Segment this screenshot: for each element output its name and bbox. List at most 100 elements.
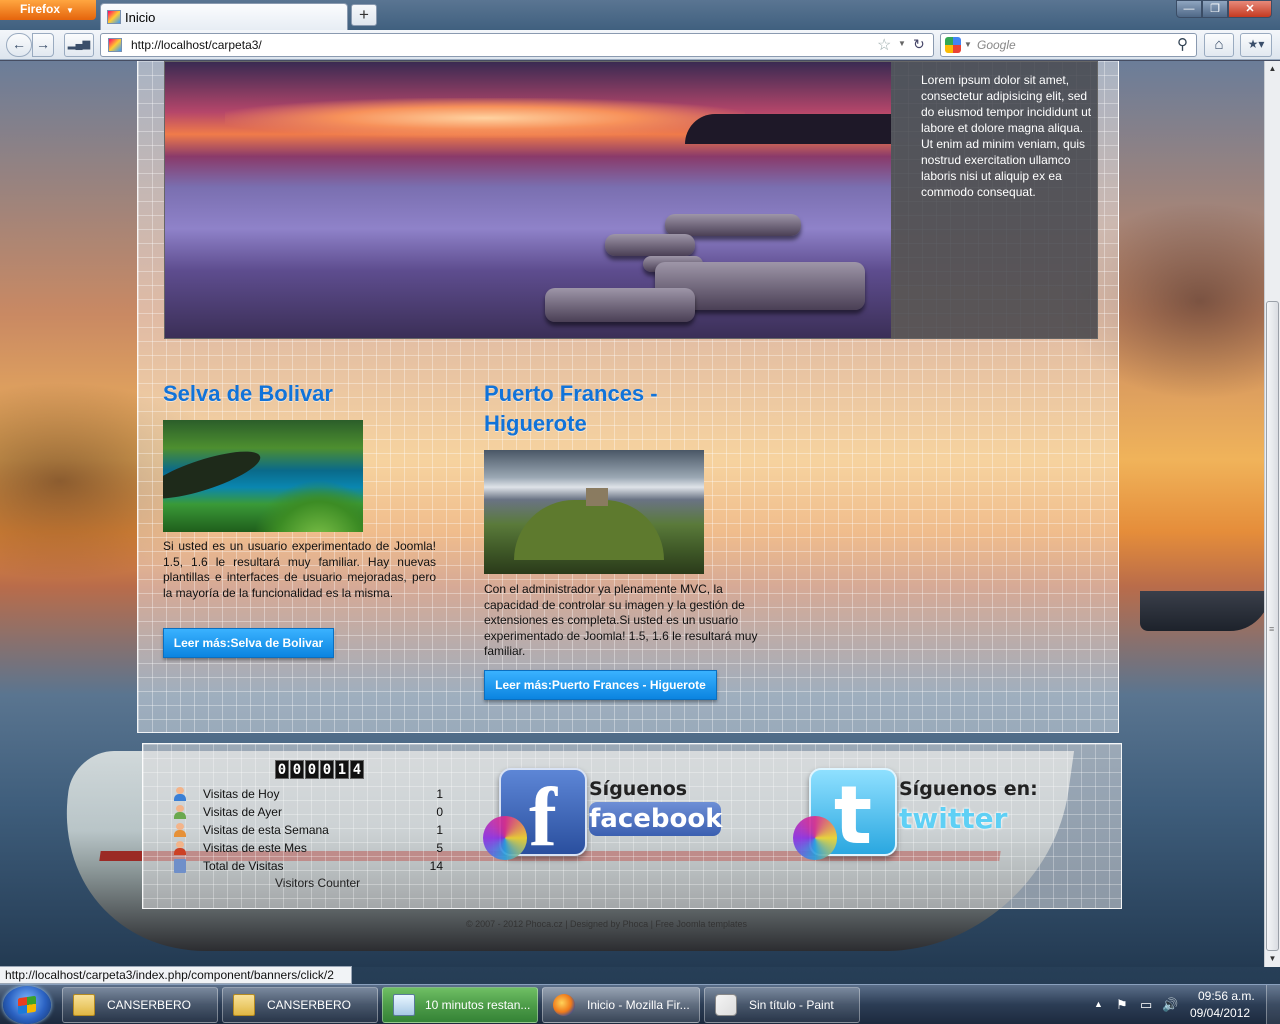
- read-more-button[interactable]: Leer más:Selva de Bolivar: [163, 628, 334, 658]
- folder-icon: [73, 994, 95, 1016]
- maximize-button[interactable]: ❐: [1202, 0, 1228, 18]
- slideshow-image[interactable]: [165, 62, 891, 338]
- twitter-prefix: Síguenos en:: [899, 778, 1038, 800]
- close-button[interactable]: ✕: [1228, 0, 1272, 18]
- action-center-flag-icon[interactable]: ⚑: [1116, 997, 1128, 1013]
- taskbar-item-label: CANSERBERO: [107, 998, 192, 1012]
- firefox-menu-button[interactable]: Firefox ▼: [0, 0, 96, 20]
- counter-digit: 4: [350, 760, 364, 779]
- show-hidden-icons-icon[interactable]: ▲: [1094, 999, 1103, 1009]
- taskbar-item-label: Inicio - Mozilla Fir...: [587, 998, 690, 1012]
- address-input[interactable]: http://localhost/carpeta3/: [131, 38, 262, 52]
- rock-shape: [545, 288, 695, 322]
- volume-icon[interactable]: 🔊: [1162, 997, 1178, 1013]
- taskbar-item-progress[interactable]: 10 minutos restan...: [382, 987, 538, 1023]
- scroll-up-icon[interactable]: ▲: [1265, 61, 1280, 77]
- tab-inicio[interactable]: Inicio: [100, 3, 348, 30]
- minimize-button[interactable]: —: [1176, 0, 1202, 18]
- back-button[interactable]: ←: [6, 33, 32, 57]
- show-desktop-button[interactable]: [1266, 985, 1280, 1024]
- read-more-button[interactable]: Leer más:Puerto Frances - Higuerote: [484, 670, 717, 700]
- visitor-stat-row: Visitas de Hoy 1: [173, 785, 443, 803]
- start-button[interactable]: [3, 986, 51, 1024]
- slideshow-caption: Lorem ipsum dolor sit amet, consectetur …: [891, 62, 1097, 338]
- visitor-stat-label: Visitas de Hoy: [203, 787, 280, 801]
- counter-digit: 0: [290, 760, 304, 779]
- bookmarks-button[interactable]: ★▾: [1240, 33, 1272, 57]
- navigation-toolbar: ← → ▂▄▆ http://localhost/carpeta3/ ☆ ▼ ↻…: [0, 30, 1280, 60]
- taskbar-item-label: Sin título - Paint: [749, 998, 834, 1012]
- ruin-shape: [586, 488, 608, 506]
- counter-digit: 0: [305, 760, 319, 779]
- rock-shape: [605, 234, 695, 256]
- visitor-counter-digits: 0 0 0 0 1 4: [275, 760, 364, 779]
- search-input[interactable]: Google: [977, 38, 1016, 52]
- user-icon-body: [174, 859, 186, 873]
- search-bar[interactable]: ▼ Google ⚲: [940, 33, 1197, 57]
- user-icon: [173, 787, 187, 801]
- visitor-stat-row: Visitas de esta Semana 1: [173, 821, 443, 839]
- visitor-stat-label: Visitas de Ayer: [203, 805, 282, 819]
- visitor-stat-label: Total de Visitas: [203, 859, 284, 873]
- home-button[interactable]: ⌂: [1204, 33, 1234, 57]
- visitor-stat-value: 0: [436, 805, 443, 819]
- search-engine-icon[interactable]: [945, 37, 961, 53]
- visitor-stat-label: Visitas de esta Semana: [203, 823, 329, 837]
- twitter-banner[interactable]: t Síguenos en: twitter: [793, 766, 1043, 862]
- article-selva-de-bolivar: Selva de Bolivar Si usted es un usuario …: [163, 379, 436, 600]
- page-viewport: Lorem ipsum dolor sit amet, consectetur …: [0, 61, 1264, 967]
- facebook-wordmark: facebook: [589, 802, 723, 836]
- footer-modules: 0 0 0 0 1 4 Visitas de Hoy 1 Visitas de …: [142, 743, 1122, 909]
- search-icon[interactable]: ⚲: [1177, 35, 1188, 53]
- taskbar-item-firefox[interactable]: Inicio - Mozilla Fir...: [542, 987, 700, 1023]
- rock-shape: [665, 214, 801, 236]
- counter-digit: 0: [320, 760, 334, 779]
- chart-icon: [173, 859, 187, 873]
- site-logo-badge: [483, 816, 527, 860]
- user-icon: [173, 805, 187, 819]
- visitors-counter-label: Visitors Counter: [275, 876, 361, 890]
- history-icon[interactable]: ▂▄▆: [64, 33, 94, 57]
- windows-logo-icon: [18, 995, 36, 1015]
- user-icon-body: [174, 830, 186, 837]
- taskbar-item-paint[interactable]: Sin título - Paint: [704, 987, 860, 1023]
- scroll-down-icon[interactable]: ▼: [1265, 951, 1280, 967]
- network-icon[interactable]: ▭: [1140, 997, 1152, 1013]
- folder-icon: [233, 994, 255, 1016]
- twitter-wordmark: twitter: [899, 802, 1008, 835]
- forward-button[interactable]: →: [32, 33, 54, 57]
- system-tray: ▲ ⚑ ▭ 🔊 09:56 a.m. 09/04/2012: [1090, 985, 1280, 1024]
- sunset-glow: [225, 98, 745, 138]
- scroll-thumb[interactable]: ≡: [1266, 301, 1279, 951]
- article-title[interactable]: Selva de Bolivar: [163, 379, 436, 409]
- article-image: [163, 420, 363, 532]
- page-scrollbar[interactable]: ▲ ≡ ▼: [1264, 61, 1280, 967]
- address-bar[interactable]: http://localhost/carpeta3/ ☆ ▼ ↻: [100, 33, 934, 57]
- url-history-dropdown-icon[interactable]: ▼: [898, 39, 906, 48]
- firefox-menu-label: Firefox: [20, 2, 61, 16]
- firefox-icon: [553, 994, 575, 1016]
- visitor-stat-value: 1: [436, 787, 443, 801]
- taskbar-item-folder[interactable]: CANSERBERO: [62, 987, 218, 1023]
- article-body: Si usted es un usuario experimentado de …: [163, 539, 436, 600]
- clock-time[interactable]: 09:56 a.m.: [1198, 989, 1255, 1003]
- article-title[interactable]: Puerto Frances - Higuerote: [484, 379, 759, 439]
- taskbar-item-label: 10 minutos restan...: [425, 998, 531, 1012]
- bookmark-star-icon[interactable]: ☆: [877, 35, 891, 55]
- paint-icon: [715, 994, 737, 1016]
- article-image: [484, 450, 704, 574]
- new-tab-button[interactable]: +: [351, 4, 377, 26]
- taskbar-item-folder[interactable]: CANSERBERO: [222, 987, 378, 1023]
- site-identity-icon[interactable]: [108, 38, 122, 52]
- tab-title: Inicio: [125, 10, 156, 25]
- facebook-banner[interactable]: f Síguenos en: facebook: [483, 766, 723, 864]
- reload-icon[interactable]: ↻: [913, 36, 925, 53]
- status-bar: http://localhost/carpeta3/index.php/comp…: [0, 966, 352, 984]
- hill-shape: [514, 500, 664, 560]
- copyright-text[interactable]: © 2007 - 2012 Phoca.cz | Designed by Pho…: [466, 919, 747, 929]
- browser-titlebar: Firefox ▼ Inicio + — ❐ ✕: [0, 0, 1280, 30]
- beach-shape: [163, 442, 265, 508]
- slideshow: Lorem ipsum dolor sit amet, consectetur …: [164, 61, 1098, 339]
- search-engine-dropdown-icon[interactable]: ▼: [964, 40, 972, 49]
- clock-date[interactable]: 09/04/2012: [1190, 1006, 1250, 1020]
